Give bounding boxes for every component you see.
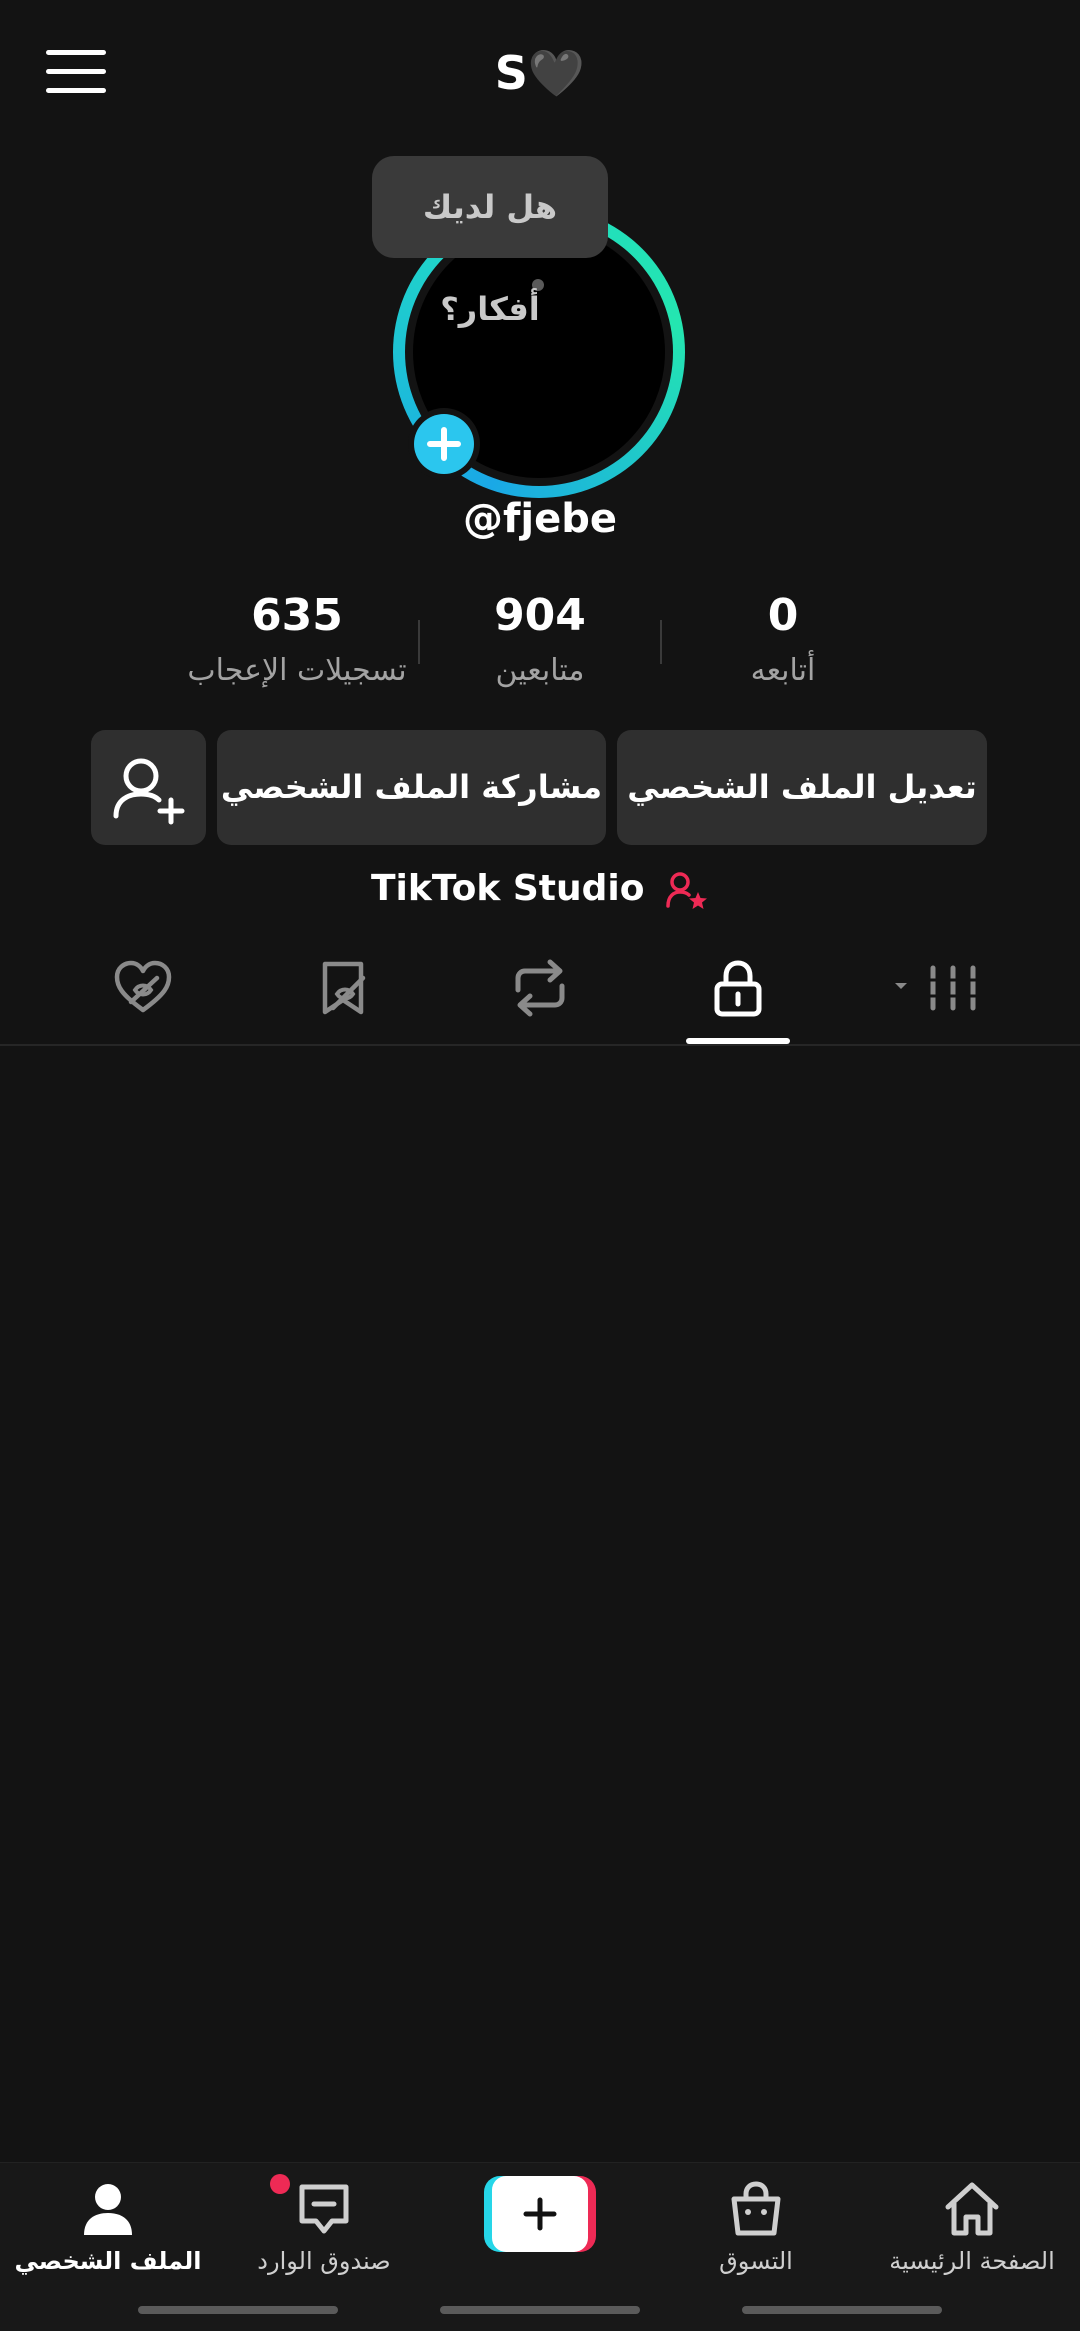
stat-likes: 635 تسجيلات الإعجاب bbox=[157, 590, 437, 688]
page-title: S🖤 bbox=[494, 46, 586, 100]
tiktok-studio-link[interactable]: TikTok Studio bbox=[0, 868, 1080, 910]
username: @fjebe bbox=[462, 496, 617, 542]
tabs-divider bbox=[0, 1044, 1080, 1046]
tab-active-indicator bbox=[686, 1038, 790, 1044]
create-button[interactable] bbox=[484, 2176, 596, 2252]
create-face bbox=[492, 2176, 588, 2252]
tab-favorites[interactable] bbox=[283, 956, 403, 1046]
tab-videos[interactable] bbox=[876, 956, 996, 1046]
shopping-bag-icon bbox=[731, 2181, 781, 2236]
notification-dot bbox=[270, 2174, 290, 2194]
inbox-icon bbox=[299, 2184, 349, 2234]
nav-profile-label: الملف الشخصي bbox=[14, 2247, 202, 2275]
plus-icon bbox=[427, 427, 461, 461]
stat-following[interactable]: 0 أتابعه bbox=[643, 590, 923, 688]
home-icon bbox=[945, 2182, 999, 2236]
add-friends-button[interactable] bbox=[91, 730, 206, 845]
tab-reposts[interactable] bbox=[480, 956, 600, 1046]
favorites-hidden-icon bbox=[322, 961, 366, 1015]
lock-icon bbox=[714, 960, 762, 1017]
add-user-icon bbox=[113, 758, 185, 825]
nav-inbox-label: صندوق الوارد bbox=[257, 2247, 391, 2275]
grid-videos-icon bbox=[895, 965, 979, 1011]
share-profile-button[interactable]: مشاركة الملف الشخصي bbox=[217, 730, 606, 845]
studio-label: TikTok Studio bbox=[371, 868, 645, 909]
system-nav-indicator bbox=[138, 2306, 338, 2314]
repost-icon bbox=[515, 959, 565, 1017]
nav-inbox[interactable]: صندوق الوارد bbox=[216, 2179, 432, 2275]
stat-value: 904 bbox=[494, 590, 586, 641]
plus-icon bbox=[523, 2197, 557, 2231]
stat-followers[interactable]: 904 متابعين bbox=[400, 590, 680, 688]
stat-value: 635 bbox=[251, 590, 343, 641]
stat-value: 0 bbox=[767, 590, 799, 641]
add-story-circle bbox=[414, 414, 474, 474]
nav-home-label: الصفحة الرئيسية bbox=[889, 2247, 1055, 2275]
nav-shop[interactable]: التسوق bbox=[648, 2179, 864, 2275]
nav-home[interactable]: الصفحة الرئيسية bbox=[864, 2179, 1080, 2275]
system-nav-indicator bbox=[440, 2306, 640, 2314]
tab-liked[interactable] bbox=[83, 956, 203, 1046]
creator-star-icon bbox=[666, 872, 707, 909]
nav-profile[interactable]: الملف الشخصي bbox=[0, 2179, 216, 2275]
edit-profile-button[interactable]: تعديل الملف الشخصي bbox=[617, 730, 987, 845]
stat-label: أتابعه bbox=[750, 653, 816, 688]
nav-shop-label: التسوق bbox=[719, 2247, 793, 2275]
add-story-button[interactable] bbox=[408, 408, 480, 480]
stat-label: تسجيلات الإعجاب bbox=[187, 653, 407, 688]
profile-icon bbox=[84, 2184, 132, 2235]
ideas-tooltip[interactable]: هل لديك أفكار؟ bbox=[372, 156, 608, 328]
stat-label: متابعين bbox=[495, 653, 585, 688]
system-nav-indicator bbox=[742, 2306, 942, 2314]
tab-private[interactable] bbox=[678, 956, 798, 1046]
liked-hidden-icon bbox=[114, 960, 172, 1013]
